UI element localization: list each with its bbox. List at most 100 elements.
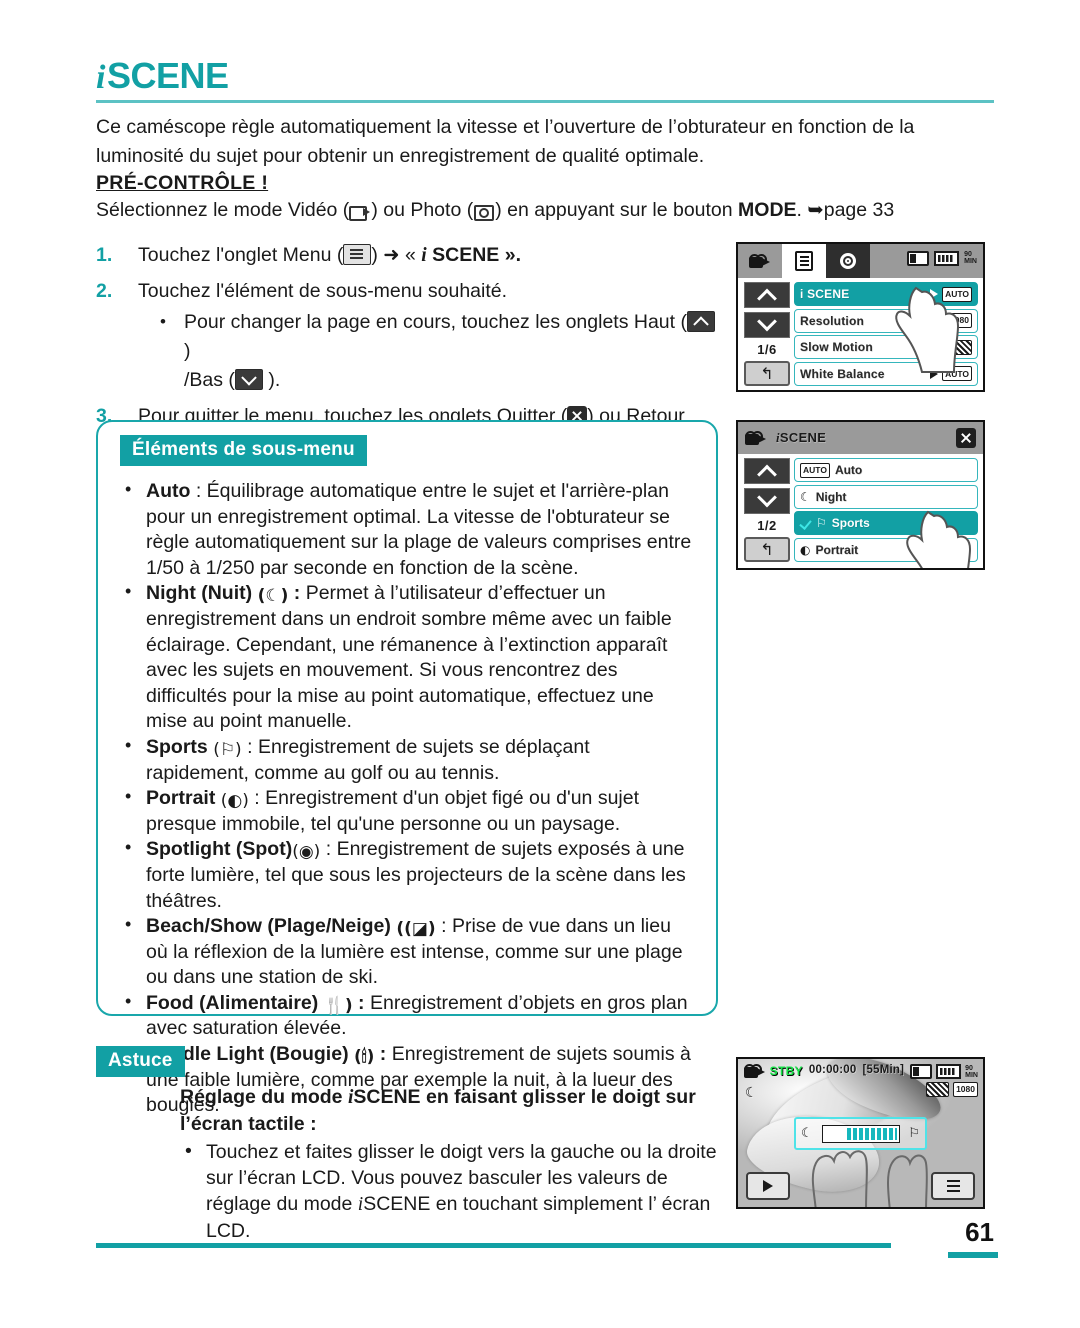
lcd2-option-label: Portrait bbox=[815, 542, 859, 557]
submenu-item-name: Beach/Show (Plage/Neige) bbox=[146, 915, 391, 938]
manual-page: iSCENE Ce caméscope règle automatiquemen… bbox=[0, 0, 1080, 1328]
lcd1-menu-rows: i SCENE AUTO Resolution 1080 Slow Motion bbox=[794, 278, 983, 390]
camcorder-icon bbox=[744, 1064, 765, 1079]
lcd-screenshot-iscene-options: iSCENE 1/2 ↰ AUTO Auto ☾ Night ⚐ Sports … bbox=[736, 420, 985, 570]
night-scene-indicator-icon: ☾ bbox=[745, 1085, 758, 1101]
submenu-item-portrait: • Portrait (◐) : Enregistrement d'un obj… bbox=[120, 786, 698, 837]
portrait-scene-icon: ◐ bbox=[800, 542, 811, 557]
bullet-dot: • bbox=[125, 581, 132, 602]
beach-snow-scene-icon: ((◪) bbox=[396, 919, 436, 940]
submenu-arrow-icon bbox=[937, 342, 945, 353]
intro-paragraph: Ce caméscope règle automatiquement la vi… bbox=[96, 116, 915, 167]
lcd3-playback-button[interactable] bbox=[746, 1172, 790, 1200]
lcd1-row-value: 1080 bbox=[947, 313, 972, 329]
submenu-item-name: Spotlight (Spot) bbox=[146, 838, 293, 861]
lcd1-row-white-balance[interactable]: White Balance AUTO bbox=[794, 361, 978, 386]
spotlight-scene-icon: (◉) bbox=[292, 842, 321, 863]
submenu-item-spotlight: • Spotlight (Spot)(◉) : Enregistrement d… bbox=[120, 837, 698, 914]
lcd2-header: iSCENE bbox=[738, 422, 983, 454]
submenu-arrow-icon bbox=[930, 289, 939, 299]
lcd2-option-sports[interactable]: ⚐ Sports bbox=[794, 511, 978, 536]
title-underline bbox=[96, 100, 994, 103]
submenu-items-list: • Auto : Équilibrage automatique entre l… bbox=[120, 479, 698, 1119]
lcd1-row-label: i SCENE bbox=[800, 287, 850, 301]
lcd1-tab-menu[interactable] bbox=[782, 244, 826, 278]
lcd1-row-iscene[interactable]: i SCENE AUTO bbox=[794, 282, 978, 306]
step-1-emphasis: SCENE ». bbox=[426, 244, 521, 266]
astuce-heading-part1: Réglage du mode bbox=[180, 1086, 348, 1108]
submenu-item-name: Auto bbox=[146, 480, 191, 502]
sports-scene-icon: (⚐) bbox=[213, 739, 242, 760]
submenu-elements-box: Éléments de sous-menu • Auto : Équilibra… bbox=[96, 420, 718, 1116]
lcd2-option-portrait[interactable]: ◐ Portrait bbox=[794, 537, 978, 562]
bullet-dot: • bbox=[125, 914, 132, 935]
submenu-item-food: • Food (Alimentaire) 🍴) : Enregistrement… bbox=[120, 991, 698, 1042]
select-suffix: ) en appuyant sur le bouton bbox=[495, 199, 739, 221]
menu-tab-icon bbox=[343, 244, 372, 265]
lcd-screenshot-menu: 90 MIN 1/6 ↰ i SCENE AUTO Resolution 108… bbox=[736, 242, 985, 392]
lcd3-menu-button[interactable] bbox=[931, 1172, 975, 1200]
lcd2-option-label: Sports bbox=[831, 516, 870, 531]
lcd2-page-indicator: 1/2 bbox=[757, 518, 777, 533]
submenu-arrow-icon bbox=[930, 368, 939, 379]
submenu-item-separator: : bbox=[288, 582, 306, 605]
astuce-badge: Astuce bbox=[96, 1046, 185, 1077]
substep-text-mid: ) bbox=[184, 340, 191, 362]
lcd1-row-label: White Balance bbox=[800, 366, 885, 381]
lcd2-back-button[interactable]: ↰ bbox=[744, 537, 790, 562]
lcd1-row-value: AUTO bbox=[930, 286, 972, 302]
astuce-heading: Réglage du mode iSCENE en faisant glisse… bbox=[180, 1084, 728, 1137]
lcd1-scroll-down-button[interactable] bbox=[744, 311, 790, 338]
footer-rule bbox=[96, 1243, 891, 1248]
iscene-slider-overlay[interactable]: ☾ ⚐ bbox=[794, 1117, 927, 1150]
submenu-item-separator: : bbox=[248, 787, 266, 810]
substep-text-before: Pour changer la page en cours, touchez l… bbox=[184, 311, 687, 333]
step-2-number: 2. bbox=[96, 280, 113, 302]
lcd1-tab-camcorder[interactable] bbox=[738, 244, 782, 278]
bullet-dot: • bbox=[125, 786, 132, 807]
battery-time-unit: MIN bbox=[965, 1071, 978, 1079]
slow-motion-off-chip bbox=[949, 339, 972, 355]
substep-line2-before: /Bas ( bbox=[184, 369, 235, 391]
lcd2-option-rows: AUTO Auto ☾ Night ⚐ Sports ◐ Portrait bbox=[794, 454, 983, 566]
submenu-item-beach-snow: • Beach/Show (Plage/Neige) ((◪) : Prise … bbox=[120, 914, 698, 991]
lcd1-side-controls: 1/6 ↰ bbox=[738, 278, 794, 390]
submenu-item-name: Sports bbox=[146, 735, 208, 758]
astuce-tip: • Touchez et faites glisser le doigt ver… bbox=[180, 1139, 728, 1244]
lcd1-tab-settings[interactable] bbox=[826, 244, 870, 278]
lcd2-close-button[interactable] bbox=[956, 428, 976, 448]
battery-icon bbox=[934, 251, 960, 266]
lcd1-row-resolution[interactable]: Resolution 1080 bbox=[794, 308, 978, 333]
submenu-item-name: Portrait bbox=[146, 787, 216, 810]
lcd2-title-text: SCENE bbox=[779, 430, 827, 445]
bullet-dot: • bbox=[160, 312, 166, 331]
food-scene-icon: 🍴) bbox=[323, 995, 353, 1016]
remaining-time: [55Min] bbox=[862, 1064, 905, 1076]
camcorder-icon bbox=[349, 202, 371, 221]
recording-status: STBY bbox=[769, 1064, 803, 1078]
lcd1-topbar: 90 MIN bbox=[738, 244, 983, 278]
lcd2-scroll-down-button[interactable] bbox=[744, 487, 790, 514]
lcd2-option-auto[interactable]: AUTO Auto bbox=[794, 458, 978, 482]
menu-icon bbox=[946, 1180, 960, 1192]
astuce-content: Réglage du mode iSCENE en faisant glisse… bbox=[180, 1084, 728, 1244]
submenu-item-separator: : bbox=[374, 1043, 392, 1066]
menu-icon bbox=[795, 251, 813, 271]
iscene-slider-track[interactable] bbox=[821, 1124, 900, 1143]
battery-time-unit: MIN bbox=[964, 258, 977, 265]
lcd1-body: 1/6 ↰ i SCENE AUTO Resolution 1080 Slow … bbox=[738, 278, 983, 390]
submenu-item-separator: : bbox=[320, 838, 337, 861]
lcd2-option-night[interactable]: ☾ Night bbox=[794, 484, 978, 509]
astuce-badge-label: Astuce bbox=[96, 1046, 185, 1077]
lcd1-back-button[interactable]: ↰ bbox=[744, 361, 790, 386]
page-title: iSCENE bbox=[96, 58, 996, 95]
page-number: 61 bbox=[965, 1217, 994, 1247]
lcd2-scroll-up-button[interactable] bbox=[744, 458, 790, 485]
step-2-text: Touchez l'élément de sous-menu souhaité. bbox=[138, 280, 508, 302]
lcd2-body: 1/2 ↰ AUTO Auto ☾ Night ⚐ Sports ◐ Portr… bbox=[738, 454, 983, 566]
lcd1-scroll-up-button[interactable] bbox=[744, 282, 790, 309]
step-1-number: 1. bbox=[96, 244, 113, 266]
lcd1-row-slow-motion[interactable]: Slow Motion bbox=[794, 335, 978, 360]
battery-time-value: 90 bbox=[964, 251, 972, 258]
substep-line2-after: ). bbox=[262, 369, 281, 391]
